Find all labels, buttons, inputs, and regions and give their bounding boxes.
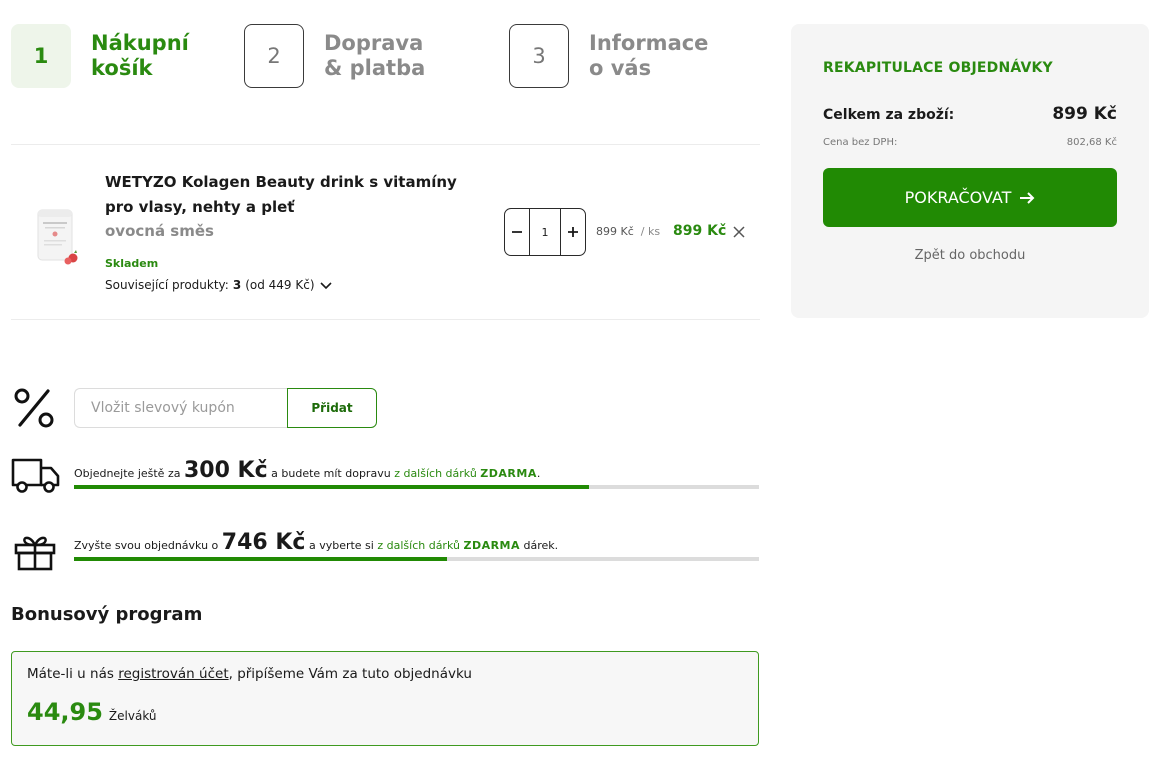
unit-price: 899 Kč / ks <box>596 225 660 238</box>
gift-amount: 746 Kč <box>221 530 306 555</box>
step-number: 1 <box>11 24 71 88</box>
shipping-amount: 300 Kč <box>183 458 268 483</box>
gift-progress-bar <box>74 557 759 561</box>
close-icon[interactable] <box>732 225 746 239</box>
bonus-title: Bonusový program <box>11 604 203 625</box>
divider <box>11 144 760 145</box>
gift-gifts-link[interactable]: z dalších dárků <box>377 539 460 552</box>
shipping-prefix: Objednejte ještě za <box>74 467 181 480</box>
unit-price-value: 899 Kč <box>596 225 634 238</box>
coupon-input[interactable] <box>74 388 288 428</box>
step-label: Doprava & platba <box>324 31 426 80</box>
step-cart[interactable]: 1 Nákupní košík <box>11 24 221 88</box>
increase-button[interactable] <box>561 209 585 255</box>
gift-icon <box>14 536 56 571</box>
plus-icon <box>568 227 578 237</box>
step-shipping[interactable]: 2 Doprava & platba <box>244 24 454 88</box>
shipping-middle: a budete mít dopravu <box>271 467 391 480</box>
product-image[interactable] <box>32 206 80 266</box>
bonus-points-value: 44,95 <box>27 698 103 726</box>
divider <box>11 319 760 320</box>
bonus-text: Máte-li u nás registrován účet, připíšem… <box>27 666 472 682</box>
related-from: (od 449 Kč) <box>245 278 315 292</box>
gift-suffix: dárek. <box>523 539 559 552</box>
step-info[interactable]: 3 Informace o vás <box>509 24 719 88</box>
continue-button[interactable]: POKRAČOVAT <box>823 168 1117 227</box>
minus-icon <box>512 231 522 233</box>
shipping-free: ZDARMA <box>480 467 537 480</box>
shipping-progress-text: Objednejte ještě za 300 Kč a budete mít … <box>74 458 540 483</box>
step-label: Informace o vás <box>589 31 709 80</box>
related-count: 3 <box>232 278 242 292</box>
product-name[interactable]: WETYZO Kolagen Beauty drink s vitamíny p… <box>105 170 485 220</box>
step-number: 2 <box>244 24 304 88</box>
add-coupon-button[interactable]: Přidat <box>287 388 377 428</box>
summary-title: REKAPITULACE OBJEDNÁVKY <box>823 60 1053 76</box>
gift-middle: a vyberte si <box>308 539 374 552</box>
arrow-right-icon <box>1020 191 1035 204</box>
step-label: Nákupní košík <box>91 31 189 80</box>
shipping-suffix: . <box>536 467 541 480</box>
gift-progress-text: Zvyšte svou objednávku o 746 Kč a vybert… <box>74 530 558 555</box>
shipping-progress-bar <box>74 485 759 489</box>
gift-prefix: Zvyšte svou objednávku o <box>74 539 219 552</box>
stock-status: Skladem <box>105 257 159 270</box>
bonus-text-before: Máte-li u nás <box>27 666 114 682</box>
vat-label: Cena bez DPH: <box>823 137 898 148</box>
bonus-points: 44,95 Želváků <box>27 698 157 726</box>
gift-progress-fill <box>74 557 448 561</box>
step-number: 3 <box>509 24 569 88</box>
register-account-link[interactable]: registrován účet <box>118 666 228 682</box>
truck-icon <box>11 458 60 493</box>
shipping-gifts-link[interactable]: z dalších dárků <box>394 467 477 480</box>
decrease-button[interactable] <box>505 209 529 255</box>
gift-free: ZDARMA <box>463 539 521 552</box>
related-products-toggle[interactable]: Související produkty: 3 (od 449 Kč) <box>105 278 333 292</box>
quantity-input[interactable]: 1 <box>529 209 561 255</box>
percent-icon <box>14 388 54 428</box>
total-value: 899 Kč <box>1052 104 1117 124</box>
back-to-shop-link[interactable]: Zpět do obchodu <box>791 248 1149 263</box>
product-variant: ovocná směs <box>105 222 214 240</box>
quantity-stepper: 1 <box>504 208 586 256</box>
line-price: 899 Kč <box>673 223 727 239</box>
bonus-text-after: , připíšeme Vám za tuto objednávku <box>228 666 472 682</box>
bonus-box: Máte-li u nás registrován účet, připíšem… <box>11 651 759 746</box>
unit-suffix: / ks <box>640 225 661 238</box>
total-label: Celkem za zboží: <box>823 107 955 123</box>
order-summary: REKAPITULACE OBJEDNÁVKY Celkem za zboží:… <box>791 24 1149 318</box>
continue-label: POKRAČOVAT <box>904 188 1012 207</box>
related-label: Související produkty: <box>105 278 229 292</box>
shipping-progress-fill <box>74 485 590 489</box>
bonus-points-unit: Želváků <box>108 709 157 723</box>
vat-value: 802,68 Kč <box>1066 137 1117 148</box>
chevron-down-icon <box>319 282 332 290</box>
